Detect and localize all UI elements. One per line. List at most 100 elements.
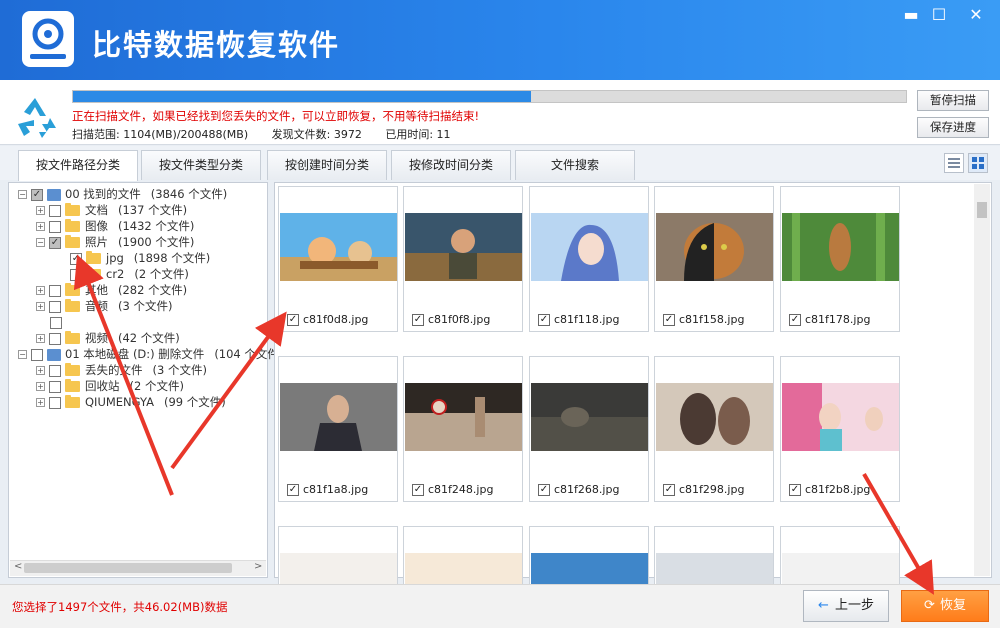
tree-checkbox[interactable] <box>49 396 61 409</box>
file-name: c81f298.jpg <box>679 483 745 496</box>
file-checkbox[interactable]: ✓ <box>412 314 424 326</box>
folder-icon <box>65 299 80 312</box>
tree-checkbox[interactable] <box>49 204 61 217</box>
tree-checkbox[interactable] <box>49 284 61 297</box>
file-checkbox[interactable]: ✓ <box>538 484 550 496</box>
tree-item-recycle-bin[interactable]: + 回收站 (2 个文件) <box>36 378 184 394</box>
expand-icon[interactable]: + <box>36 286 45 295</box>
file-checkbox[interactable]: ✓ <box>287 314 299 326</box>
file-card[interactable] <box>278 526 398 621</box>
tree-checkbox[interactable] <box>49 332 61 345</box>
grid-scroll-thumb[interactable] <box>977 202 987 218</box>
file-checkbox[interactable]: ✓ <box>789 314 801 326</box>
expand-icon[interactable]: + <box>36 302 45 311</box>
file-name: c81f0f8.jpg <box>428 313 491 326</box>
tree-checkbox[interactable]: ✓ <box>70 252 82 265</box>
maximize-button[interactable]: ☐ <box>926 4 952 26</box>
tab-by-modified-time[interactable]: 按修改时间分类 <box>391 150 511 180</box>
collapse-icon[interactable]: − <box>18 350 27 359</box>
file-checkbox[interactable]: ✓ <box>538 314 550 326</box>
file-card[interactable]: ✓ c81f298.jpg <box>654 356 774 502</box>
tree-item-found-files[interactable]: − ✓ 00 找到的文件 (3846 个文件) <box>18 186 227 202</box>
file-card[interactable]: ✓ c81f2b8.jpg <box>780 356 900 502</box>
tree-checkbox[interactable] <box>70 268 82 281</box>
file-card[interactable]: ✓ c81f158.jpg <box>654 186 774 332</box>
tree-checkbox[interactable] <box>49 364 61 377</box>
pause-scan-button[interactable]: 暂停扫描 <box>917 90 989 111</box>
file-card[interactable] <box>403 526 523 621</box>
folder-icon <box>65 379 80 392</box>
tree-item-lost-files[interactable]: + 丢失的文件 (3 个文件) <box>36 362 207 378</box>
expand-icon[interactable]: + <box>36 382 45 391</box>
tree-item-images[interactable]: + 图像 (1432 个文件) <box>36 218 194 234</box>
tree-item-jpg[interactable]: ✓ jpg (1898 个文件) <box>70 250 210 266</box>
tree-item-documents[interactable]: + 文档 (137 个文件) <box>36 202 187 218</box>
tree-item-drive-d-deleted[interactable]: −01 本地磁盘 (D:) 删除文件 (104 个文件) <box>18 346 283 362</box>
folder-icon <box>65 203 80 216</box>
file-checkbox[interactable]: ✓ <box>412 484 424 496</box>
minimize-button[interactable]: ▬ <box>898 4 924 26</box>
tree-scroll-thumb[interactable] <box>24 563 232 573</box>
file-card[interactable]: ✓ c81f118.jpg <box>529 186 649 332</box>
file-checkbox[interactable]: ✓ <box>789 484 801 496</box>
file-checkbox[interactable]: ✓ <box>663 484 675 496</box>
folder-icon <box>65 219 80 232</box>
collapse-icon[interactable]: − <box>36 238 45 247</box>
back-arrow-icon: ← <box>818 598 829 613</box>
recover-button[interactable]: ⟳ 恢复 <box>901 590 989 622</box>
file-card[interactable]: ✓ c81f248.jpg <box>403 356 523 502</box>
tree-item-other[interactable]: + 其他 (282 个文件) <box>36 282 187 298</box>
tree-item-qiumengya[interactable]: + QIUMENGYA (99 个文件) <box>36 394 226 410</box>
scroll-left-icon[interactable]: < <box>14 561 22 572</box>
tree-checkbox[interactable] <box>31 348 43 361</box>
tree-item-cr2[interactable]: cr2 (2 个文件) <box>70 266 189 282</box>
tree-item-audio[interactable]: + 音频 (3 个文件) <box>36 298 172 314</box>
expand-icon[interactable]: + <box>36 222 45 231</box>
tree-checkbox[interactable] <box>49 220 61 233</box>
expand-icon[interactable]: + <box>36 366 45 375</box>
tab-file-search[interactable]: 文件搜索 <box>515 150 635 180</box>
tree-checkbox[interactable]: ✓ <box>49 236 61 249</box>
file-name: c81f158.jpg <box>679 313 745 326</box>
folder-icon <box>65 331 80 344</box>
tree-checkbox[interactable]: ✓ <box>31 188 43 201</box>
app-title: 比特数据恢复软件 <box>92 28 341 62</box>
file-name: c81f178.jpg <box>805 313 871 326</box>
expand-icon[interactable]: + <box>36 206 45 215</box>
tab-by-type[interactable]: 按文件类型分类 <box>141 150 261 180</box>
tab-by-created-time[interactable]: 按创建时间分类 <box>267 150 387 180</box>
file-card[interactable]: ✓ c81f0f8.jpg <box>403 186 523 332</box>
folder-icon <box>65 395 80 408</box>
tree-stray-checkbox-row[interactable] <box>50 314 66 330</box>
thumbnail-image <box>782 213 899 281</box>
close-button[interactable]: ✕ <box>963 4 989 26</box>
grid-view-icon[interactable] <box>968 153 988 173</box>
drive-icon <box>47 348 61 361</box>
file-card[interactable] <box>654 526 774 621</box>
expand-icon[interactable]: + <box>36 334 45 343</box>
file-card[interactable] <box>529 526 649 621</box>
tab-by-path[interactable]: 按文件路径分类 <box>18 150 138 181</box>
file-card[interactable]: ✓ c81f1a8.jpg <box>278 356 398 502</box>
file-card[interactable]: ✓ c81f178.jpg <box>780 186 900 332</box>
file-checkbox[interactable]: ✓ <box>287 484 299 496</box>
tree-checkbox[interactable] <box>49 300 61 313</box>
collapse-icon[interactable]: − <box>18 190 27 199</box>
file-card[interactable]: ✓ c81f0d8.jpg <box>278 186 398 332</box>
tree-checkbox[interactable] <box>50 316 62 329</box>
list-view-icon[interactable] <box>944 153 964 173</box>
thumbnail-image <box>405 213 522 281</box>
file-card[interactable]: ✓ c81f268.jpg <box>529 356 649 502</box>
scroll-right-icon[interactable]: > <box>254 561 262 572</box>
back-button[interactable]: ← 上一步 <box>803 590 889 622</box>
tree-item-photos[interactable]: − ✓ 照片 (1900 个文件) <box>36 234 194 250</box>
grid-vertical-scrollbar[interactable] <box>974 184 990 576</box>
tree-item-video[interactable]: + 视频 (42 个文件) <box>36 330 180 346</box>
recycle-icon <box>18 98 56 138</box>
file-card[interactable] <box>780 526 900 621</box>
file-checkbox[interactable]: ✓ <box>663 314 675 326</box>
save-progress-button[interactable]: 保存进度 <box>917 117 989 138</box>
expand-icon[interactable]: + <box>36 398 45 407</box>
thumbnail-image <box>656 213 773 281</box>
tree-checkbox[interactable] <box>49 380 61 393</box>
